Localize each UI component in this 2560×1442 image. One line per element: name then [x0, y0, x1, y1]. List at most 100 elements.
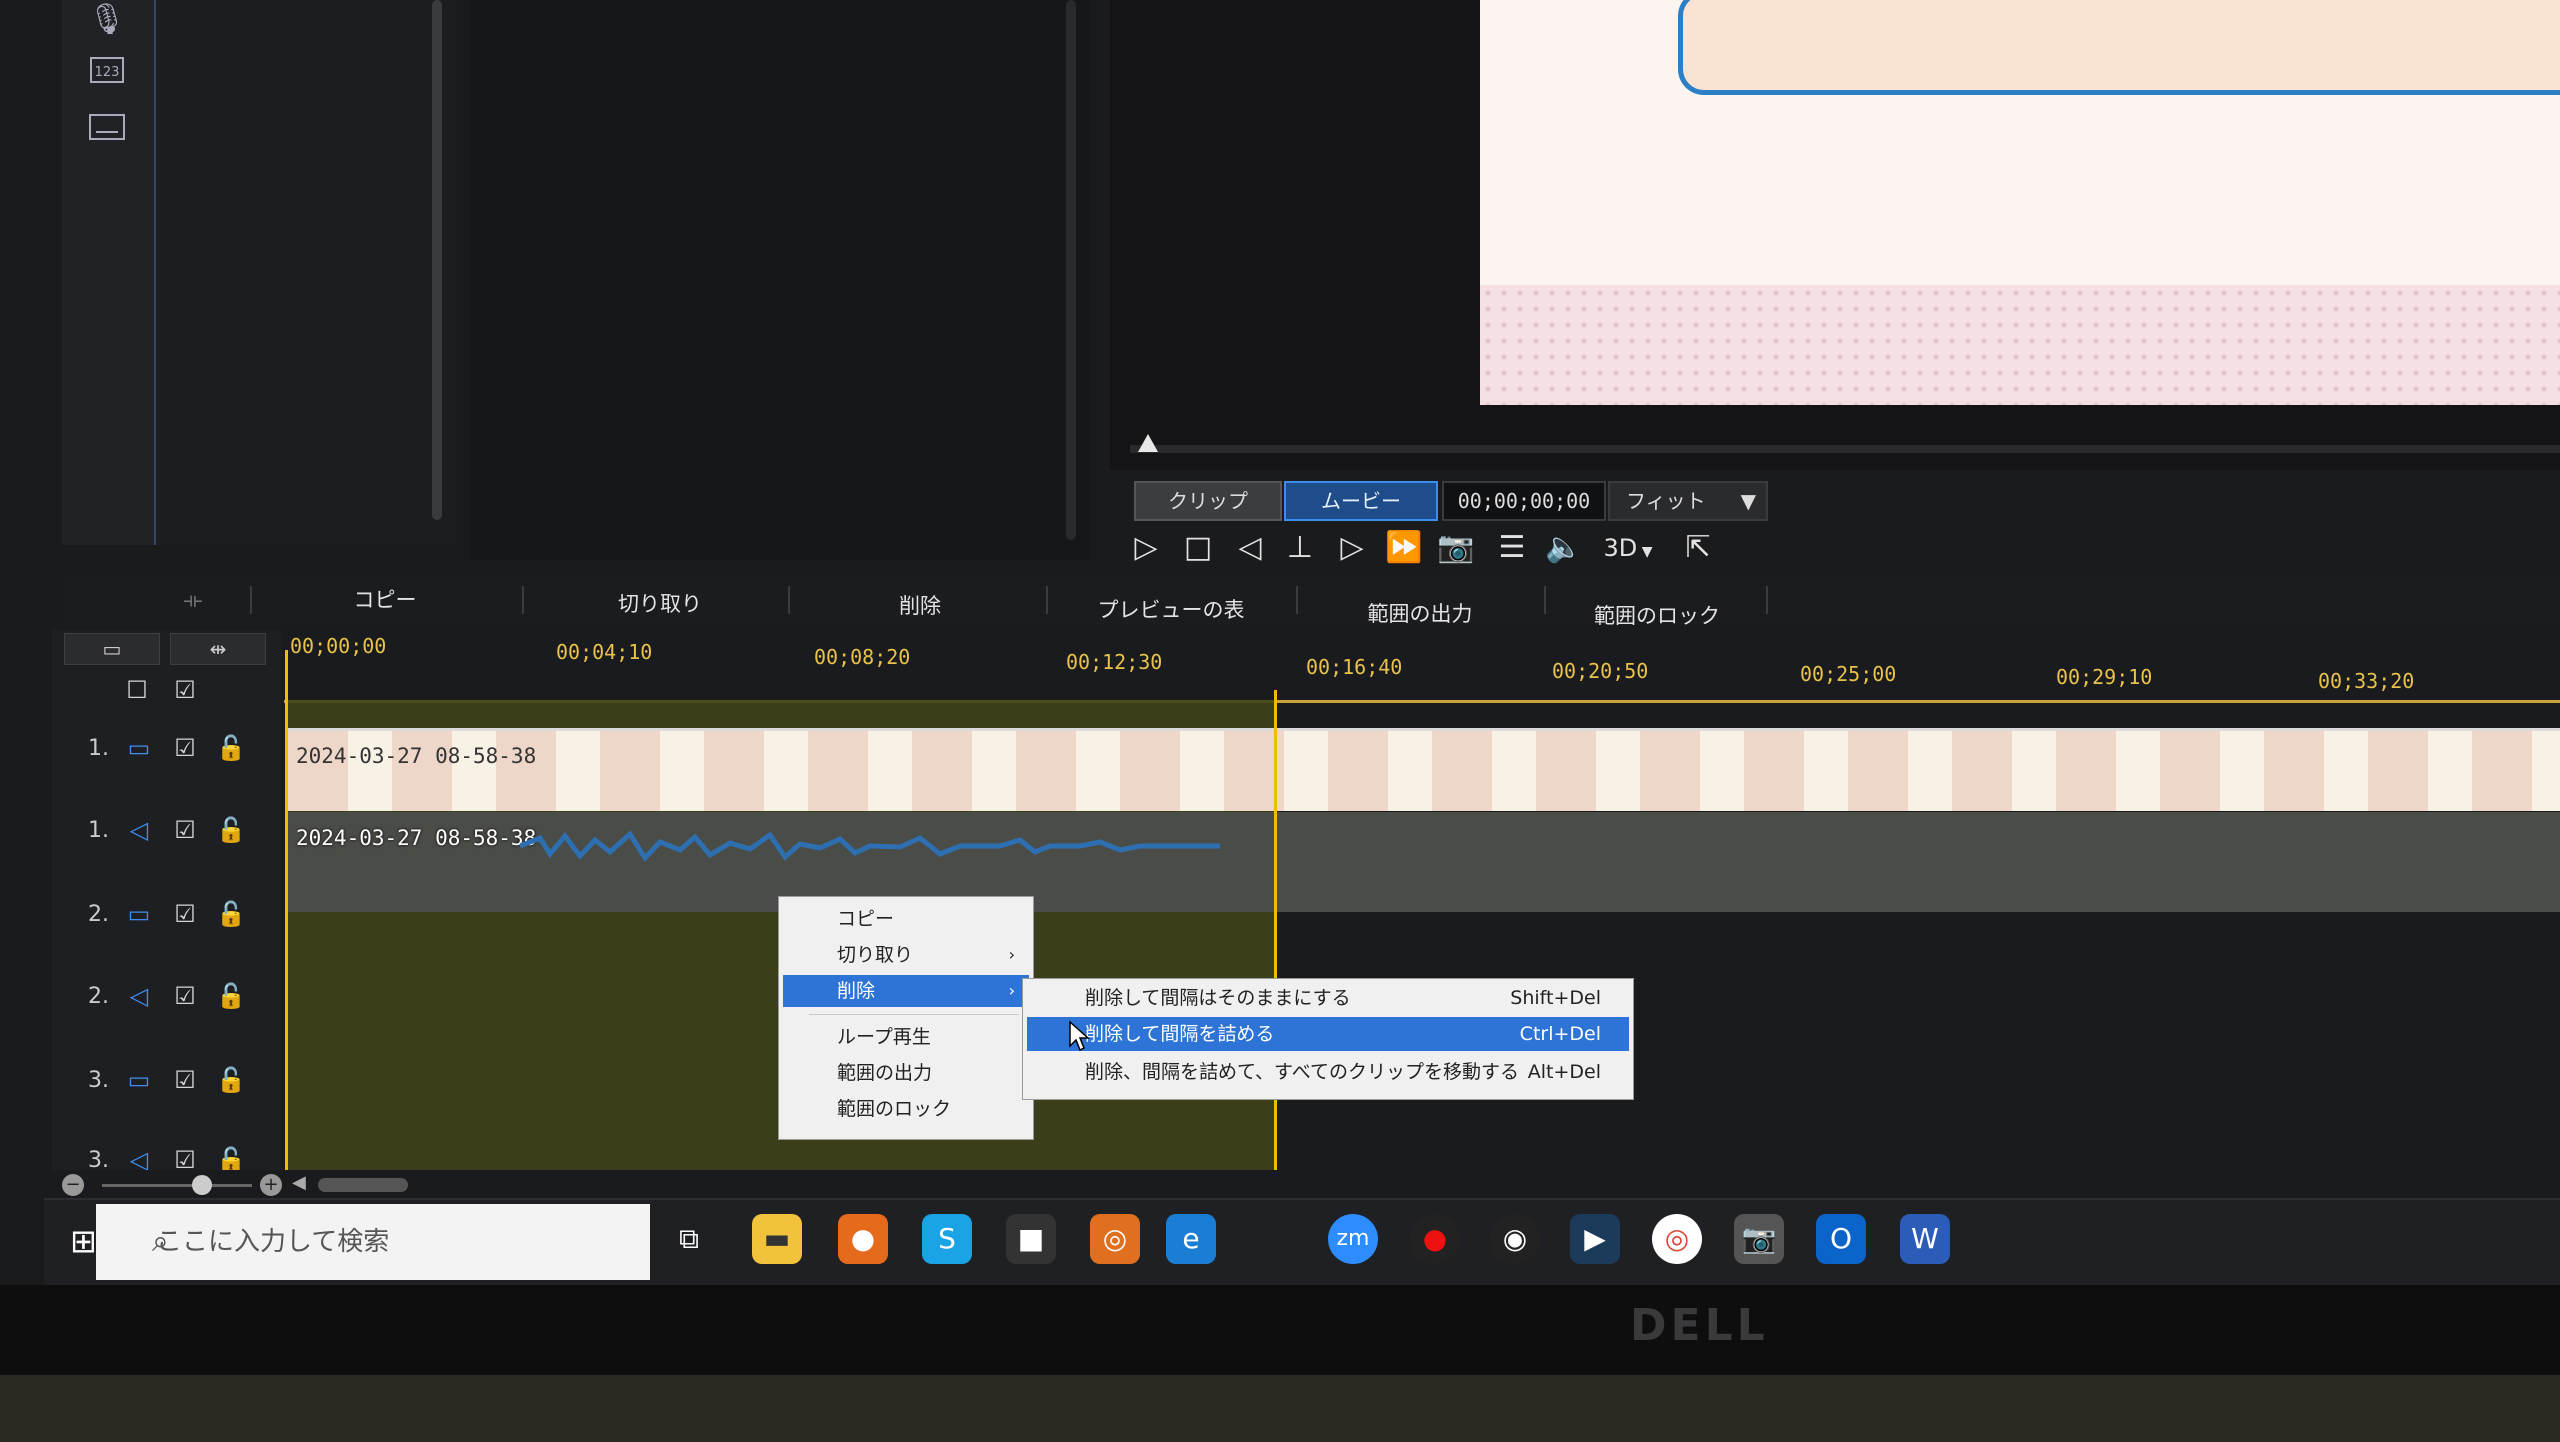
edge-icon[interactable]: e — [1166, 1214, 1216, 1264]
track-enable-checkbox[interactable]: ☑ — [168, 982, 202, 1010]
submenu-shortcut: Alt+Del — [1527, 1061, 1601, 1083]
cut-button[interactable]: 切り取り — [600, 584, 720, 624]
track-lock-icon[interactable]: 🔓 — [214, 1066, 248, 1094]
caption-list-icon[interactable]: ☰ — [1490, 526, 1534, 570]
library-scrollbar[interactable] — [1066, 0, 1076, 540]
chrome-icon[interactable]: ◎ — [1652, 1214, 1702, 1264]
stop-icon[interactable]: □ — [1176, 526, 1220, 570]
record-icon[interactable]: ● — [1410, 1214, 1460, 1264]
next-frame-icon[interactable]: ▷ — [1330, 526, 1374, 570]
preview-video-frame — [1480, 0, 2560, 405]
search-placeholder: ここに入力して検索 — [156, 1227, 390, 1257]
submenu-delete-keep-gap[interactable]: 削除して間隔はそのままにする Shift+Del — [1027, 981, 1629, 1015]
submenu-item-label: 削除して間隔を詰める — [1085, 1023, 1275, 1045]
track-enable-checkbox[interactable]: ☑ — [168, 1066, 202, 1094]
menu-item-cut[interactable]: 切り取り › — [783, 939, 1029, 971]
file-explorer-icon[interactable]: ▬ — [752, 1214, 802, 1264]
taskbar-search-box[interactable]: ここに入力して検索 — [96, 1204, 650, 1280]
zoom-slider-thumb[interactable] — [192, 1175, 212, 1195]
menu-item-range-lock[interactable]: 範囲のロック — [783, 1093, 1029, 1125]
zoom-in-icon[interactable]: + — [260, 1174, 282, 1196]
video-clip[interactable] — [288, 728, 2560, 811]
menu-item-copy[interactable]: コピー — [783, 903, 1029, 935]
track-manager-icon[interactable]: ▭ — [64, 633, 160, 665]
menu-item-loop-play[interactable]: ループ再生 — [783, 1021, 1029, 1053]
task-view-icon[interactable]: ⧉ — [664, 1214, 714, 1264]
microphone-icon[interactable]: 🎙 — [84, 0, 130, 40]
select-none-checkbox[interactable]: ☐ — [120, 676, 154, 704]
subtitle-icon[interactable] — [84, 112, 130, 152]
trim-icon[interactable]: ⟛ — [168, 580, 218, 620]
3d-mode-button[interactable]: 3D ▼ — [1598, 526, 1658, 570]
skype-icon[interactable]: S — [922, 1214, 972, 1264]
zoom-slider-track[interactable] — [102, 1184, 252, 1187]
zoom-out-icon[interactable]: − — [62, 1174, 84, 1196]
fit-dropdown[interactable]: フィット ▼ — [1608, 481, 1768, 521]
firefox-icon[interactable]: ● — [838, 1214, 888, 1264]
split-icon[interactable]: ⊥ — [1278, 526, 1322, 570]
track-enable-checkbox[interactable]: ☑ — [168, 816, 202, 844]
media-scrollbar[interactable] — [432, 0, 442, 520]
preview-seek-bar[interactable] — [1130, 445, 2560, 453]
timeline-zoom-bar: − + ◀ — [52, 1170, 2560, 1200]
scroll-left-icon[interactable]: ◀ — [292, 1172, 306, 1193]
track-number: 2. — [88, 902, 109, 927]
monitor-bezel — [0, 1285, 2560, 1375]
obs-icon[interactable]: ◉ — [1490, 1214, 1540, 1264]
fast-forward-icon[interactable]: ⏩ — [1382, 526, 1426, 570]
track-lock-icon[interactable]: 🔓 — [214, 982, 248, 1010]
ruler-tick-label: 00;29;10 — [2056, 665, 2153, 689]
toolbar-separator — [788, 586, 790, 614]
clip-mode-button[interactable]: クリップ — [1134, 481, 1282, 521]
movie-mode-button[interactable]: ムービー — [1284, 481, 1438, 521]
range-start-marker[interactable] — [285, 650, 288, 1170]
counter-icon[interactable]: 123 — [84, 55, 130, 95]
ruler-tick-label: 00;25;00 — [1800, 662, 1897, 686]
track-enable-checkbox[interactable]: ☑ — [168, 734, 202, 762]
media-panel — [156, 0, 456, 545]
media-app-icon[interactable]: ◎ — [1090, 1214, 1140, 1264]
track-lock-icon[interactable]: 🔓 — [214, 734, 248, 762]
fit-timeline-icon[interactable]: ⇹ — [170, 633, 266, 665]
3d-mode-label: 3D — [1603, 534, 1638, 562]
track-enable-checkbox[interactable]: ☑ — [168, 900, 202, 928]
play-icon[interactable]: ▷ — [1124, 526, 1168, 570]
menu-item-delete[interactable]: 削除 › — [783, 975, 1029, 1007]
mouse-cursor-icon — [1069, 1020, 1090, 1052]
preview-timecode[interactable]: 00;00;00;00 — [1442, 481, 1606, 521]
windows-start-icon[interactable]: ⊞ — [70, 1222, 97, 1260]
volume-icon[interactable]: 🔈 — [1542, 526, 1586, 570]
word-icon[interactable]: W — [1900, 1214, 1950, 1264]
ruler-tick-label: 00;12;30 — [1066, 650, 1163, 674]
zoom-app-icon[interactable]: zm — [1328, 1214, 1378, 1264]
audio-track-icon: ◁ — [129, 982, 149, 1010]
outlook-icon[interactable]: O — [1816, 1214, 1866, 1264]
camera-icon[interactable]: 📷 — [1734, 1214, 1784, 1264]
show-preview-button[interactable]: プレビューの表示 — [1090, 590, 1252, 662]
toolbar-separator — [1046, 586, 1048, 614]
snapshot-camera-icon[interactable]: 📷 — [1434, 526, 1478, 570]
submenu-delete-close-gap-move-all[interactable]: 削除、間隔を詰めて、すべてのクリップを移動する Alt+Del — [1027, 1055, 1629, 1089]
seek-handle[interactable] — [1138, 434, 1158, 452]
external-display-icon[interactable]: ⇱ — [1676, 526, 1720, 570]
range-output-button[interactable]: 範囲の出力 — [1362, 594, 1478, 634]
track-lock-icon[interactable]: 🔓 — [214, 900, 248, 928]
select-all-checkbox[interactable]: ☑ — [168, 676, 202, 704]
previous-frame-icon[interactable]: ◁ — [1228, 526, 1272, 570]
copy-button[interactable]: コピー — [330, 580, 440, 620]
submenu-delete-close-gap[interactable]: 削除して間隔を詰める Ctrl+Del — [1027, 1017, 1629, 1051]
audio-waveform — [520, 830, 1220, 863]
submenu-item-label: 削除して間隔はそのままにする — [1085, 987, 1351, 1009]
timeline-hscrollbar[interactable] — [318, 1178, 408, 1192]
ruler-tick-label: 00;04;10 — [556, 640, 653, 664]
video-track-icon: ▭ — [127, 1066, 151, 1094]
track-number: 1. — [88, 818, 109, 843]
track-lock-icon[interactable]: 🔓 — [214, 816, 248, 844]
menu-item-range-output[interactable]: 範囲の出力 — [783, 1057, 1029, 1089]
app-dark-icon[interactable]: ■ — [1006, 1214, 1056, 1264]
video-editor-icon[interactable]: ▶ — [1570, 1214, 1620, 1264]
delete-button[interactable]: 削除 — [870, 586, 970, 626]
svg-text:123: 123 — [95, 65, 120, 80]
video-track-icon: ▭ — [127, 734, 151, 762]
chevron-right-icon: › — [1008, 945, 1015, 964]
